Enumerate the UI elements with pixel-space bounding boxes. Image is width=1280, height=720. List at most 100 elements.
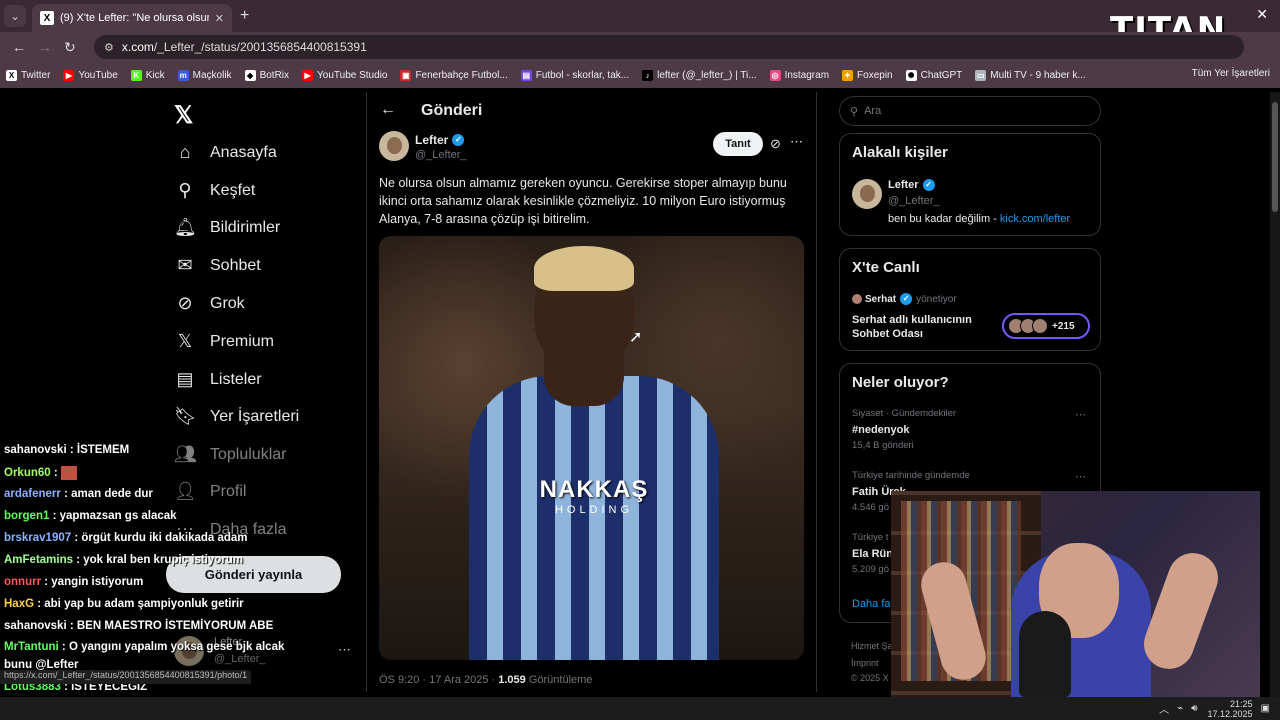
kick-icon: K [130,69,142,81]
sidebar-item-sohbet[interactable]: ✉ Sohbet [174,255,260,276]
sidebar-item-label: Yer İşaretleri [210,407,300,425]
sidebar-item-topluluklar[interactable]: 👥︎ Topluluklar [174,444,286,465]
verified-badge-icon: ✓ [452,134,465,146]
site-info-icon[interactable]: ⚙ [104,41,114,54]
chatgpt-icon: ✺ [905,69,917,81]
window-close-button[interactable]: ✕ [1256,6,1268,23]
chat-username[interactable]: brskrav1907 [4,532,71,544]
forward-icon[interactable]: → [38,39,52,55]
x-favicon-icon: X [40,11,54,25]
bell-icon: 🔔︎ [174,217,197,237]
sidebar-item-label: Premium [210,332,275,350]
bookmark-label: Foxepin [857,69,893,81]
bookmark-item[interactable]: ✺ ChatGPT [905,69,962,81]
more-options-icon[interactable]: ⋯ [790,134,803,150]
instagram-icon: ◎ [769,69,781,81]
sidebar-item-grok[interactable]: ⊘ Grok [174,293,245,314]
back-icon[interactable]: ← [12,39,26,55]
volume-icon[interactable]: 🔊︎ [1191,703,1197,714]
bookmark-item[interactable]: m Maçkolik [177,69,232,81]
new-tab-button[interactable]: + [240,7,249,25]
chat-username[interactable]: onnurr [4,576,41,588]
trend-more-icon[interactable]: ⋯ [1075,470,1086,483]
back-arrow-icon[interactable]: ← [380,101,396,119]
grok-icon[interactable]: ⊘ [770,136,781,152]
bookmark-item[interactable]: ▤ Futbol - skorlar, tak... [520,69,630,81]
status-bar-url: https://x.com/_Lefter_/status/2001356854… [0,670,252,684]
bookmark-label: Twitter [21,69,51,81]
sidebar-item-label: Bildirimler [210,218,281,236]
bookmark-item[interactable]: ▭ Multi TV - 9 haber k... [975,69,1086,81]
mouse-cursor-icon: ➚ [629,329,643,346]
live-listeners-pill[interactable]: +215 [1002,313,1090,339]
live-room-title[interactable]: Serhat adlı kullanıcının Sohbet Odası [852,313,1002,341]
bookmark-item[interactable]: ✦ Foxepin [842,69,893,81]
sidebar-item-yer-i-aretleri[interactable]: 🔖︎ Yer İşaretleri [174,406,299,427]
reload-icon[interactable]: ↻ [64,39,78,56]
clock[interactable]: 21:25 17.12.2025 [1208,699,1253,719]
trend-name[interactable]: Ela Rün [852,548,893,560]
sidebar-item-label: Topluluklar [210,445,287,463]
photo-sponsor-text: NAKKAŞ [539,476,649,503]
all-bookmarks-button[interactable]: Tüm Yer İşaretleri [1192,68,1270,79]
chat-username[interactable]: borgen1 [4,510,49,522]
sidebar-item-anasayfa[interactable]: ⌂ Anasayfa [174,142,277,163]
chat-username[interactable]: sahanovski [4,444,67,456]
sidebar-item-ke-fet[interactable]: ⚲ Keşfet [174,180,255,201]
trend-name[interactable]: #nedenyok [852,424,909,436]
chat-username[interactable]: MrTantuni [4,641,59,653]
sidebar-item-bildirimler[interactable]: 🔔︎ Bildirimler [174,217,280,238]
chat-username[interactable]: ardafenerr [4,488,61,500]
sidebar-item-listeler[interactable]: ▤ Listeler [174,369,261,390]
tab-close-icon[interactable]: ✕ [215,12,224,25]
bookmark-item[interactable]: ◆ BotRix [244,69,290,81]
related-name[interactable]: Lefter ✓ [888,179,935,191]
chat-username[interactable]: Orkun60 [4,467,51,479]
chat-username[interactable]: sahanovski [4,620,67,632]
url-field[interactable]: ⚙ x.com/_Lefter_/status/2001356854400815… [94,35,1244,59]
tray-chevron-icon[interactable]: ︿ [1159,701,1169,716]
related-bio-link[interactable]: kick.com/lefter [1000,213,1070,225]
bookmark-item[interactable]: ▶ YouTube Studio [302,69,387,81]
chat-username[interactable]: AmFetamins [4,554,73,566]
related-avatar[interactable] [852,179,882,209]
author-avatar[interactable] [379,131,409,161]
sidebar-item-profil[interactable]: 👤︎ Profil [174,481,246,502]
account-more-icon[interactable]: ⋯ [338,642,351,658]
chat-text: : yok kral ben krupiç istiyorum [73,554,244,566]
bookmark-item[interactable]: K Kick [130,69,165,81]
footer-imprint[interactable]: İmprint [851,658,879,668]
footer-terms[interactable]: Hizmet Şa [851,641,893,651]
bookmark-label: BotRix [259,69,290,81]
bookmark-item[interactable]: X Twitter [6,69,51,81]
author-handle[interactable]: @_Lefter_ [415,149,467,161]
tab-search-button[interactable]: ⌄ [4,5,26,27]
notifications-icon[interactable]: ▣ [1261,703,1270,714]
author-name[interactable]: Lefter ✓ [415,133,465,147]
promote-button[interactable]: Tanıt [713,132,763,156]
bookmark-label: YouTube [78,69,118,81]
network-icon[interactable]: ⌁ [1177,703,1183,714]
scrollbar[interactable] [1270,92,1280,697]
chat-text: : O yangını yapalım yoksa gese bjk alcak [58,641,285,653]
bookmark-label: Futbol - skorlar, tak... [535,69,630,81]
scrollbar-thumb[interactable] [1272,102,1278,212]
show-more-link[interactable]: Daha fa [852,598,891,610]
bookmark-item[interactable]: ♪ lefter (@_lefter_) | Ti... [642,69,757,81]
bookmark-label: lefter (@_lefter_) | Ti... [657,69,757,81]
bookmark-item[interactable]: ▣ Fenerbahçe Futbol... [400,69,508,81]
photo-sponsor-subtext: HOLDING [554,504,634,516]
verified-badge-icon: ✓ [900,293,913,305]
sidebar-item-label: Grok [210,294,245,312]
tab-active[interactable]: X (9) X'te Lefter: "Ne olursa olsun ✕ [32,4,232,32]
trend-count: 5.209 gö [852,564,889,575]
chat-username[interactable]: HaxG [4,598,34,610]
x-logo-icon[interactable]: 𝕏 [174,101,193,130]
trend-more-icon[interactable]: ⋯ [1075,408,1086,421]
post-photo[interactable]: NAKKAŞ HOLDING [379,236,804,660]
bookmark-item[interactable]: ▶ YouTube [63,69,118,81]
sidebar-item-premium[interactable]: 𝕏 Premium [174,331,274,352]
search-input[interactable]: ⚲ Ara [839,96,1101,126]
bookmark-item[interactable]: ◎ Instagram [769,69,829,81]
chat-message: onnurr : yangin istiyorum [4,576,143,588]
